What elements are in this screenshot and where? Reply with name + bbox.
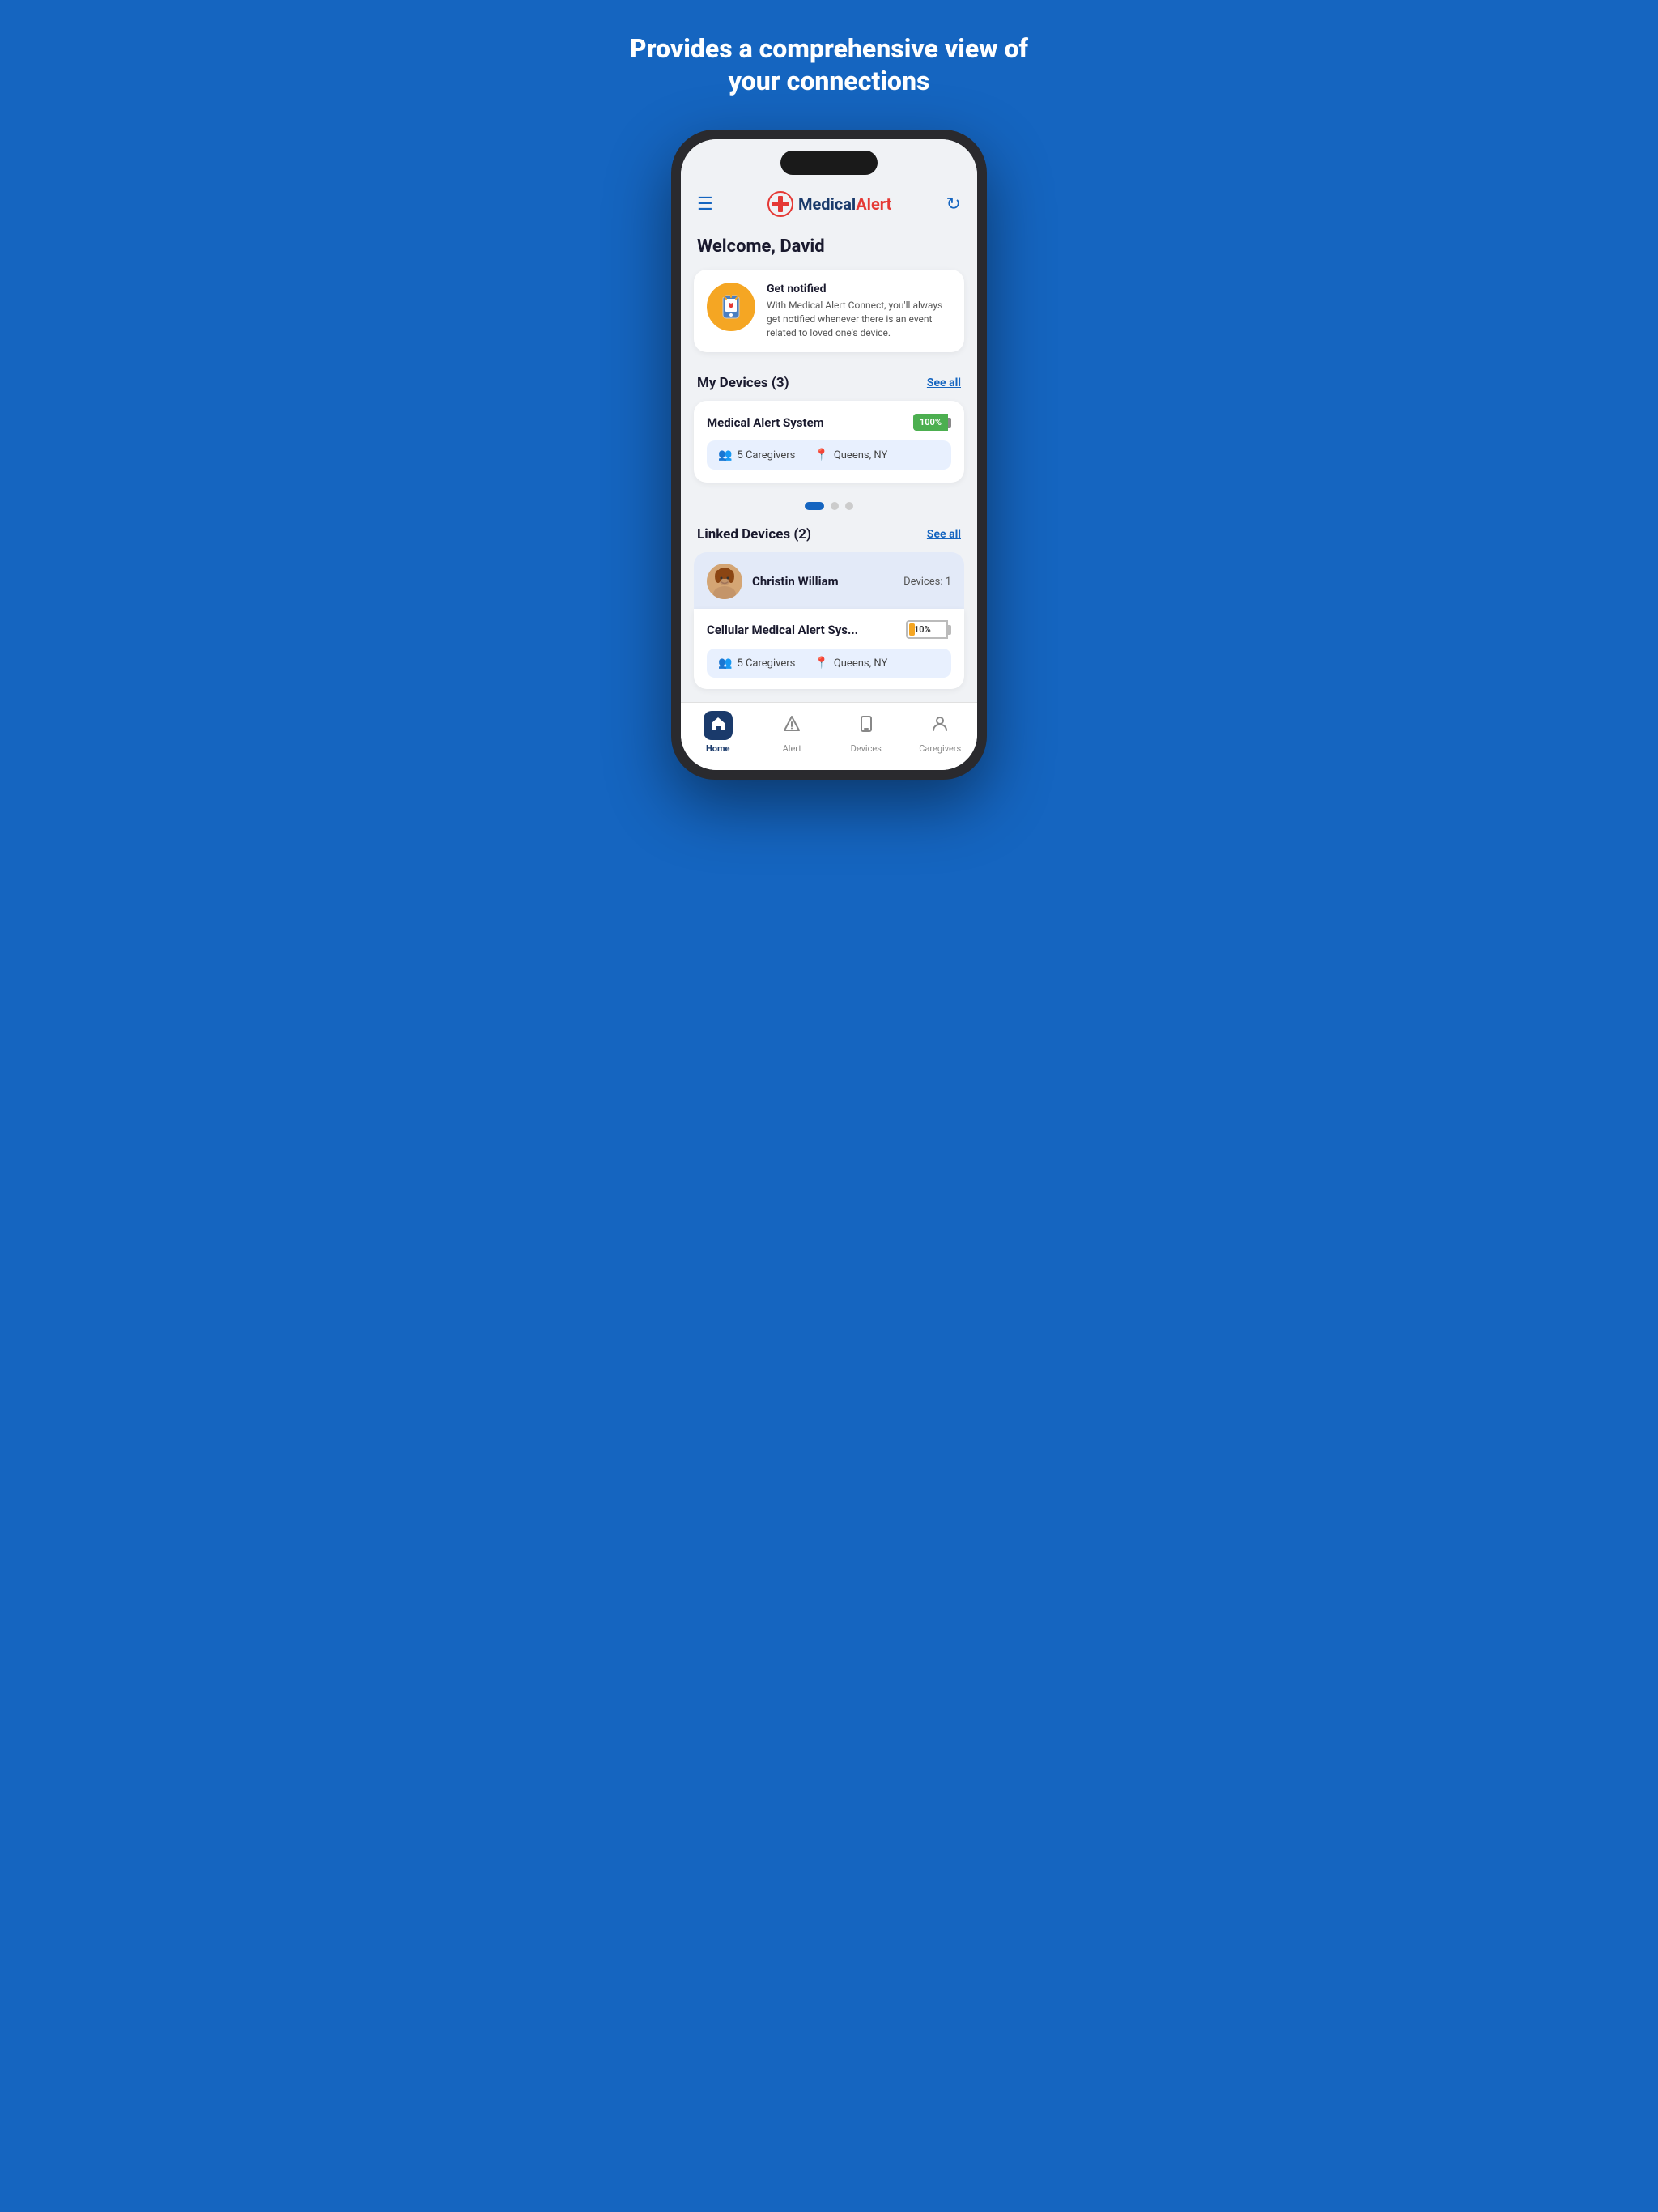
my-devices-see-all[interactable]: See all xyxy=(927,376,961,389)
nav-alert-label: Alert xyxy=(783,743,801,754)
devices-count: Devices: 1 xyxy=(903,576,951,588)
linked-device-name: Cellular Medical Alert Sys... xyxy=(707,623,858,637)
linked-caregivers-info: 👥 5 Caregivers xyxy=(718,657,795,670)
devices-icon xyxy=(857,715,875,737)
person-card: Christin William Devices: 1 xyxy=(694,552,964,609)
notification-content: Get notified With Medical Alert Connect,… xyxy=(767,283,951,339)
device-card-medical-alert: Medical Alert System 100% 👥 5 Caregivers… xyxy=(694,401,964,483)
battery-low-body: 10% xyxy=(906,620,948,639)
linked-location-info: 📍 Queens, NY xyxy=(814,657,887,670)
linked-location-icon: 📍 xyxy=(814,657,828,670)
app-content: ☰ MedicalAlert ↻ Welcome, David xyxy=(681,181,977,770)
linked-device-card: Cellular Medical Alert Sys... 10% xyxy=(694,609,964,689)
nav-home-icon-wrap xyxy=(704,711,733,740)
my-devices-title: My Devices (3) xyxy=(697,375,789,391)
welcome-text: Welcome, David xyxy=(697,236,825,257)
home-icon xyxy=(709,715,727,737)
nav-caregivers[interactable]: Caregivers xyxy=(903,711,978,754)
carousel-dots xyxy=(681,492,977,517)
linked-devices-see-all[interactable]: See all xyxy=(927,528,961,541)
linked-device-card-header: Cellular Medical Alert Sys... 10% xyxy=(707,620,951,639)
welcome-section: Welcome, David xyxy=(681,230,977,270)
device-info-row: 👥 5 Caregivers 📍 Queens, NY xyxy=(707,440,951,470)
logo-medical: MedicalAlert xyxy=(798,194,891,214)
nav-caregivers-icon-wrap xyxy=(925,711,954,740)
caregivers-nav-icon xyxy=(931,715,949,737)
phone-notch xyxy=(681,139,977,181)
notification-title: Get notified xyxy=(767,283,951,296)
nav-alert-icon-wrap xyxy=(777,711,806,740)
menu-icon[interactable]: ☰ xyxy=(697,194,713,215)
dot-3[interactable] xyxy=(845,502,853,510)
battery-indicator-low: 10% xyxy=(906,620,951,639)
notification-card: Get notified With Medical Alert Connect,… xyxy=(694,270,964,352)
notification-icon xyxy=(715,291,747,323)
phone-screen: ☰ MedicalAlert ↻ Welcome, David xyxy=(681,139,977,770)
battery-indicator-full: 100% xyxy=(913,414,951,431)
page-headline: Provides a comprehensive view of your co… xyxy=(602,32,1056,97)
app-header: ☰ MedicalAlert ↻ xyxy=(681,181,977,230)
caregivers-label: 5 Caregivers xyxy=(737,449,795,462)
linked-devices-title: Linked Devices (2) xyxy=(697,526,811,542)
battery-percent-low: 10% xyxy=(911,624,931,635)
dot-1[interactable] xyxy=(805,502,824,510)
linked-caregivers-label: 5 Caregivers xyxy=(737,657,795,670)
caregivers-info: 👥 5 Caregivers xyxy=(718,449,795,462)
phone-frame: ☰ MedicalAlert ↻ Welcome, David xyxy=(671,130,987,780)
nav-devices-icon-wrap xyxy=(852,711,881,740)
battery-percent-full: 100% xyxy=(913,414,948,431)
battery-tip-low xyxy=(948,625,951,635)
location-icon: 📍 xyxy=(814,449,828,462)
person-header: Christin William Devices: 1 xyxy=(707,564,951,609)
caregivers-icon: 👥 xyxy=(718,449,732,462)
location-label: Queens, NY xyxy=(834,449,887,462)
nav-caregivers-label: Caregivers xyxy=(919,743,961,754)
alert-icon xyxy=(783,715,801,737)
linked-devices-header: Linked Devices (2) See all xyxy=(681,520,977,552)
person-name: Christin William xyxy=(752,574,903,589)
logo-cross-icon xyxy=(767,191,793,217)
bottom-nav: Home Alert xyxy=(681,702,977,770)
nav-devices[interactable]: Devices xyxy=(829,711,903,754)
nav-home-label: Home xyxy=(706,743,729,754)
logo-area: MedicalAlert xyxy=(767,191,891,217)
notification-icon-wrap xyxy=(707,283,755,331)
nav-alert[interactable]: Alert xyxy=(755,711,830,754)
linked-location-label: Queens, NY xyxy=(834,657,887,670)
location-info: 📍 Queens, NY xyxy=(814,449,887,462)
notch-pill xyxy=(780,151,878,175)
dot-2[interactable] xyxy=(831,502,839,510)
notification-body: With Medical Alert Connect, you'll alway… xyxy=(767,299,951,339)
device-card-header: Medical Alert System 100% xyxy=(707,414,951,431)
avatar-image xyxy=(707,564,742,599)
nav-devices-label: Devices xyxy=(851,743,882,754)
nav-home[interactable]: Home xyxy=(681,711,755,754)
refresh-icon[interactable]: ↻ xyxy=(946,194,961,215)
linked-device-info-row: 👥 5 Caregivers 📍 Queens, NY xyxy=(707,649,951,678)
battery-tip-full xyxy=(948,418,951,428)
person-avatar xyxy=(707,564,742,599)
my-devices-header: My Devices (3) See all xyxy=(681,368,977,401)
linked-caregivers-icon: 👥 xyxy=(718,657,732,670)
linked-devices-section: Linked Devices (2) See all xyxy=(681,517,977,689)
device-name-medical-alert: Medical Alert System xyxy=(707,415,824,430)
